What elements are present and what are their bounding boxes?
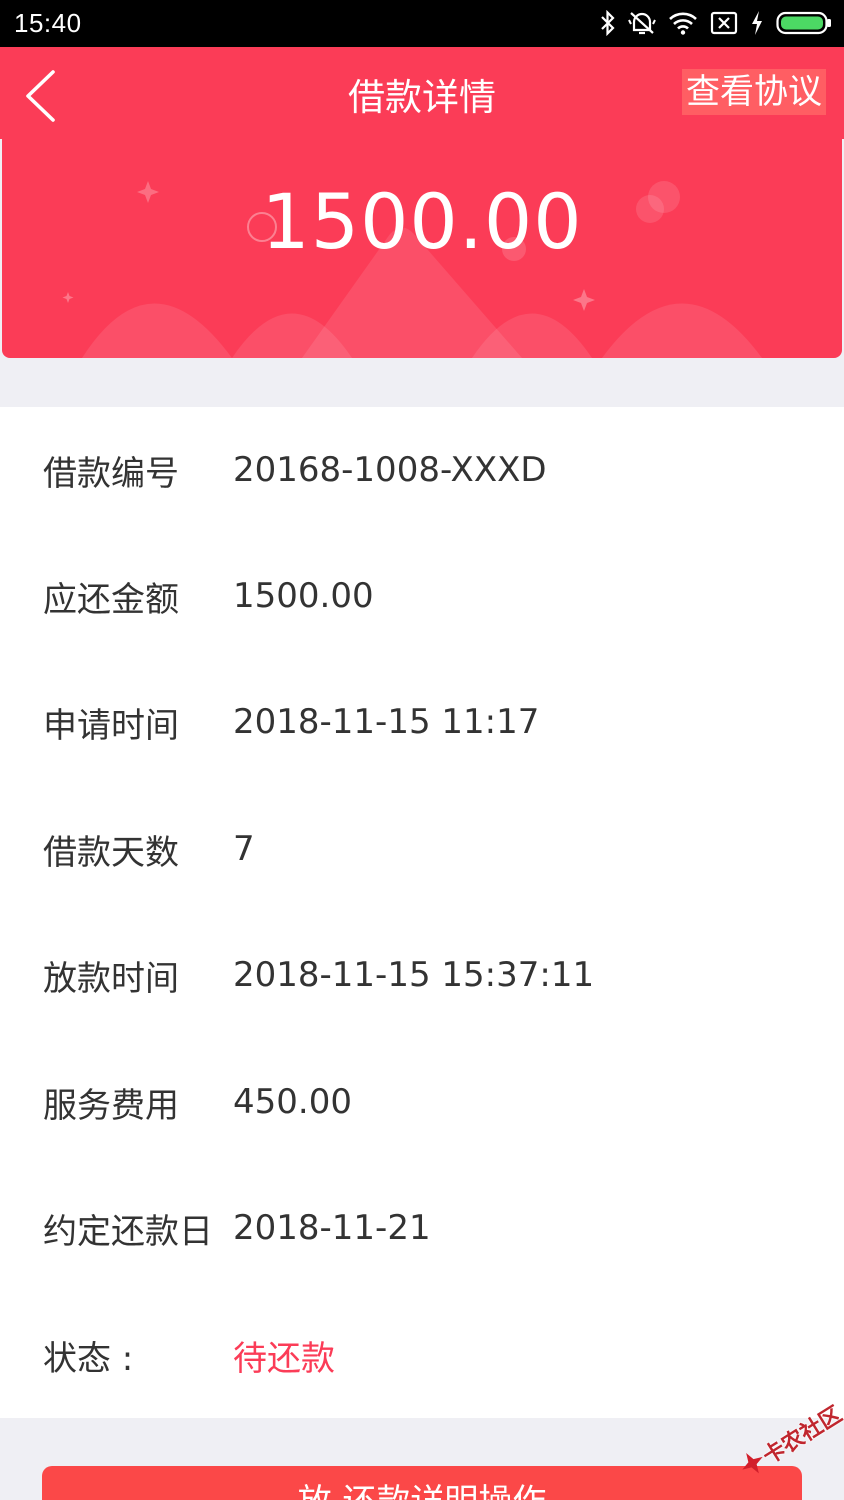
battery-icon [776, 11, 832, 35]
chevron-left-icon [23, 69, 57, 127]
detail-value: 1500.00 [233, 576, 374, 616]
sim-blocked-icon [710, 11, 738, 35]
repayment-action-button[interactable]: 放 还款详明操作 [42, 1466, 802, 1500]
detail-value: 2018-11-15 11:17 [233, 702, 540, 742]
detail-label: 约定还款日 [43, 1211, 213, 1252]
detail-value: 20168-1008-XXXD [233, 450, 547, 490]
detail-label: 借款天数 [43, 832, 179, 873]
status-bar: 15:40 [0, 0, 844, 47]
detail-row-loan-days: 借款天数 7 [0, 819, 844, 879]
detail-value: 2018-11-15 15:37:11 [233, 955, 595, 995]
amount-banner: 1500.00 [2, 139, 842, 358]
loan-detail-list: 借款编号 20168-1008-XXXD 应还金额 1500.00 申请时间 2… [0, 407, 844, 1418]
status-time: 15:40 [14, 8, 82, 38]
detail-label: 借款编号 [43, 453, 179, 494]
detail-row-service-fee: 服务费用 450.00 [0, 1072, 844, 1132]
detail-label: 应还金额 [43, 579, 179, 620]
detail-row-amount-due: 应还金额 1500.00 [0, 566, 844, 626]
view-agreement-link[interactable]: 查看协议 [682, 69, 826, 115]
detail-row-loan-number: 借款编号 20168-1008-XXXD [0, 440, 844, 500]
status-badge: 待还款 [233, 1338, 335, 1379]
mute-vibrate-icon [628, 10, 656, 36]
detail-value: 7 [233, 829, 255, 869]
detail-value: 2018-11-21 [233, 1208, 431, 1248]
bluetooth-icon [600, 10, 616, 36]
loan-amount: 1500.00 [261, 177, 583, 266]
detail-label: 申请时间 [43, 705, 179, 746]
nav-bar: 借款详情 查看协议 [0, 47, 844, 139]
back-button[interactable] [18, 69, 62, 127]
detail-label: 服务费用 [43, 1085, 179, 1126]
status-icons [600, 8, 832, 38]
charging-icon [750, 10, 764, 36]
detail-row-status: 状态 : 待还款 [0, 1325, 844, 1385]
detail-row-apply-time: 申请时间 2018-11-15 11:17 [0, 692, 844, 752]
detail-value: 450.00 [233, 1082, 352, 1122]
detail-row-due-date: 约定还款日 2018-11-21 [0, 1198, 844, 1258]
detail-label: 放款时间 [43, 958, 179, 999]
detail-row-disburse-time: 放款时间 2018-11-15 15:37:11 [0, 945, 844, 1005]
detail-label: 状态 : [43, 1338, 134, 1379]
wifi-icon [668, 11, 698, 35]
